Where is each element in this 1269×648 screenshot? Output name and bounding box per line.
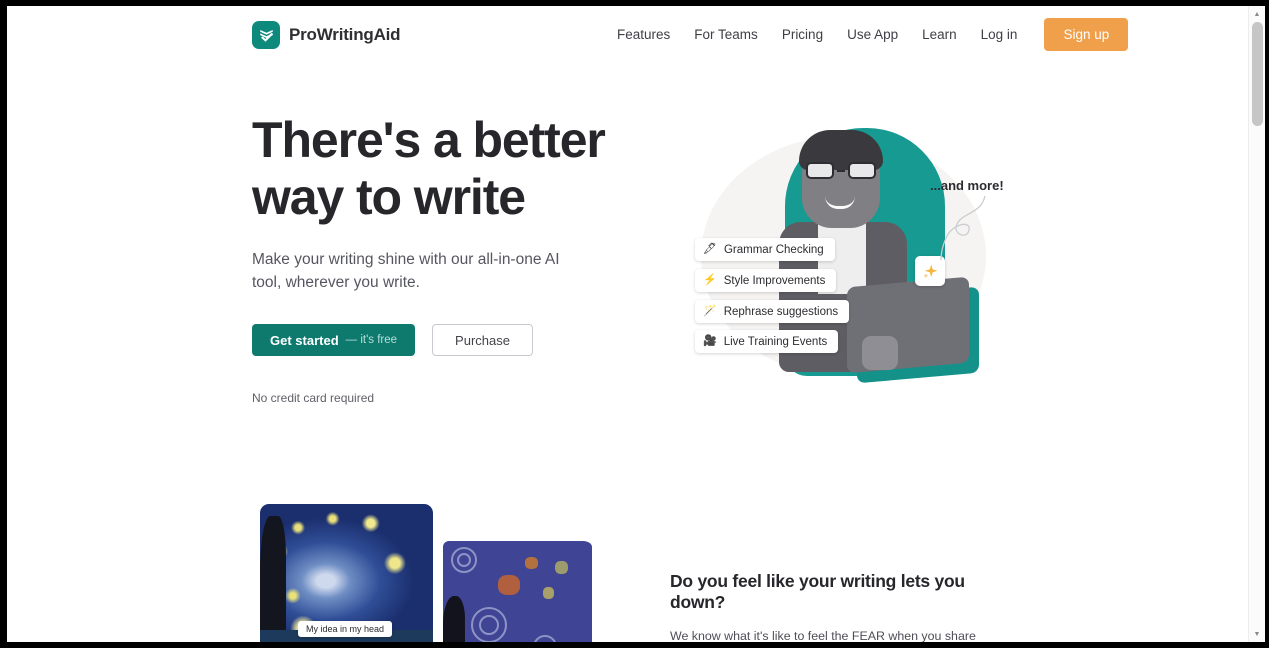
site-header: ProWritingAid Features For Teams Pricing… [7,6,1248,63]
nav-item-use-app[interactable]: Use App [835,19,910,50]
swirl-shape [479,615,499,635]
prowritingaid-book-logo-icon [252,20,280,49]
flat-starry-night-painting [440,538,592,642]
idea-in-my-head-label: My idea in my head [298,621,393,637]
hero-actions: Get started — it's free Purchase [252,324,652,356]
feature-pill-label: Grammar Checking [723,243,824,256]
hero-subtitle: Make your writing shine with our all-in-… [252,251,560,291]
nav-item-log-in[interactable]: Log in [969,19,1030,50]
artwork-comparison-panels: My idea in my head [252,504,602,642]
glasses-right-lens [848,162,876,179]
hero-title-line-1: There's a better [252,112,606,168]
browser-frame: ProWritingAid Features For Teams Pricing… [0,0,1269,648]
star-blotch [525,557,538,569]
vertical-scrollbar[interactable]: ▲ ▼ [1248,6,1265,642]
sign-up-button[interactable]: Sign up [1044,18,1129,51]
brand-logo[interactable]: ProWritingAid [252,20,401,49]
lower-section: Do you feel like your writing lets you d… [670,571,1020,642]
page-title: There's a better way to write [252,112,652,226]
purchase-button[interactable]: Purchase [432,324,533,356]
feather-pen-icon: 🖋 [703,243,717,255]
scroll-down-arrow-icon[interactable]: ▼ [1249,626,1265,642]
cypress-tree [443,596,465,642]
and-more-label: ...and more! [930,178,1004,193]
webpage: ProWritingAid Features For Teams Pricing… [7,6,1248,642]
feature-pill-rephrase-suggestions: 🪄 Rephrase suggestions [695,300,850,323]
main-nav: Features For Teams Pricing Use App Learn… [605,18,1129,51]
section-title: Do you feel like your writing lets you d… [670,571,965,612]
nav-item-features[interactable]: Features [605,19,682,50]
section-body: We know what it's like to feel the FEAR … [670,629,976,642]
feature-pill-grammar-checking: 🖋 Grammar Checking [695,238,835,261]
cypress-tree [260,516,286,642]
get-started-button[interactable]: Get started — it's free [252,324,416,356]
person-hand [862,336,898,370]
swirl-shape [457,553,471,567]
hero-illustration: 🖋 Grammar Checking ⚡ Style Improvements … [675,114,1015,399]
get-started-sublabel: — it's free [345,334,398,346]
magic-wand-icon: 🪄 [703,305,717,317]
star-blotch [498,575,520,595]
glasses-icon [806,162,876,179]
scrollbar-thumb[interactable] [1252,22,1263,126]
hero-section: There's a better way to write Make your … [252,112,652,405]
feature-pill-label: Style Improvements [723,274,826,287]
annotation-curl-line [940,195,986,261]
nav-item-pricing[interactable]: Pricing [770,19,835,50]
scroll-up-arrow-icon[interactable]: ▲ [1249,6,1265,22]
feature-pill-style-improvements: ⚡ Style Improvements [695,269,837,292]
brand-name: ProWritingAid [289,24,401,44]
feature-pill-live-training-events: 🎥 Live Training Events [695,330,839,353]
browser-viewport: ProWritingAid Features For Teams Pricing… [7,6,1265,642]
star-blotch [543,587,554,599]
feature-pill-label: Rephrase suggestions [723,305,839,318]
no-credit-card-note: No credit card required [252,391,375,405]
swirl-shape [533,635,557,642]
nav-item-learn[interactable]: Learn [910,19,969,50]
get-started-label: Get started [270,332,339,348]
glasses-bridge [837,169,845,172]
star-blotch [555,561,568,574]
glasses-left-lens [806,162,834,179]
hero-title-line-2: way to write [252,169,526,225]
movie-camera-icon: 🎥 [703,335,717,347]
feature-pill-label: Live Training Events [723,335,828,348]
lightning-bolt-icon: ⚡ [703,274,717,286]
nav-item-for-teams[interactable]: For Teams [682,19,770,50]
